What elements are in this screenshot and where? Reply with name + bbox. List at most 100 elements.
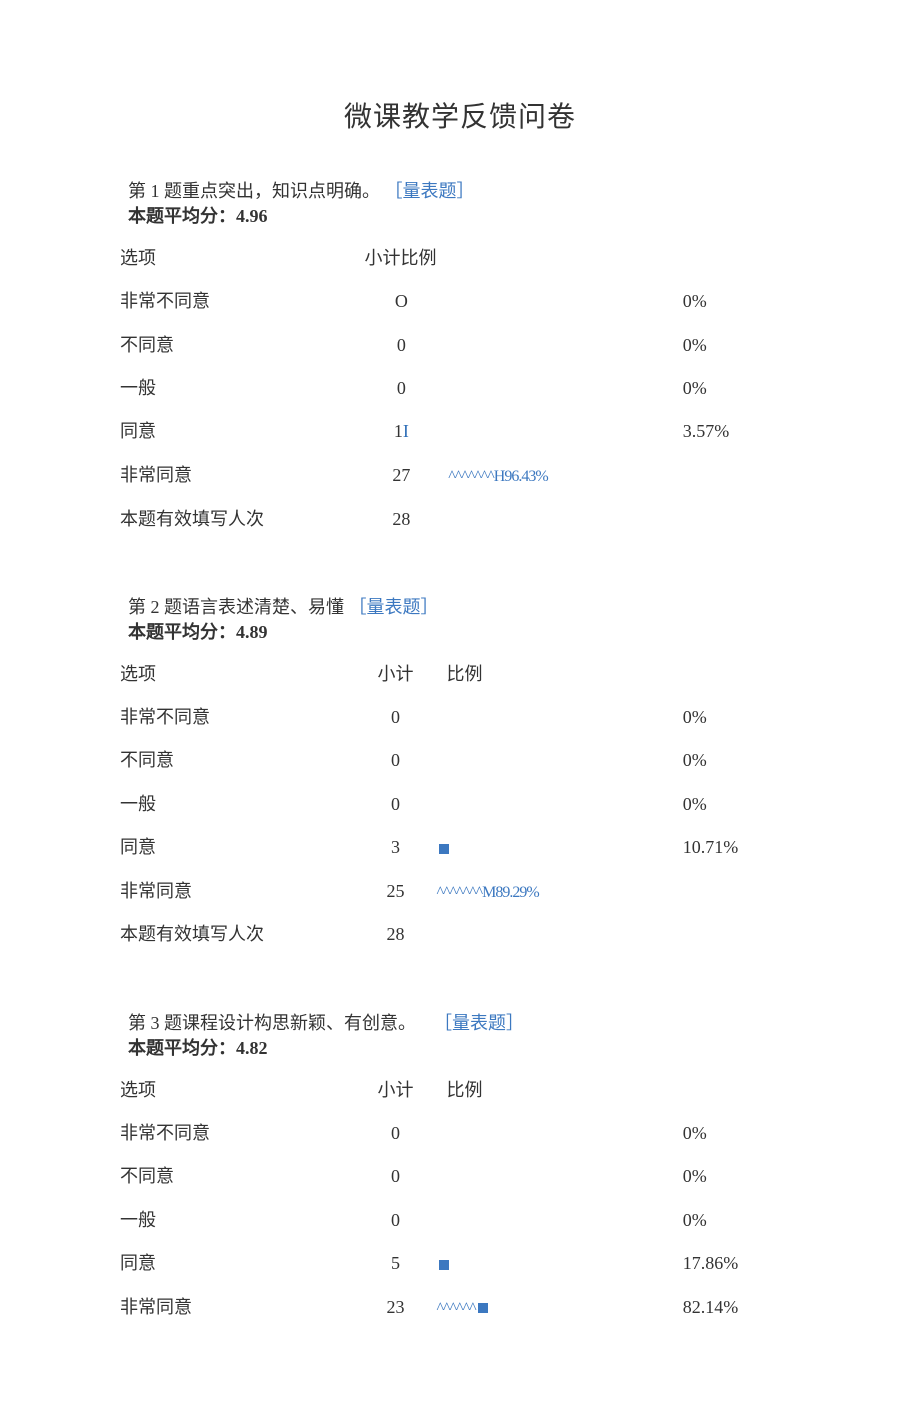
opt-pct: 3.57% <box>683 410 800 453</box>
bar-text: ^^^^^^^M89.29% <box>437 884 539 901</box>
table-row: 非常不同意 0 0% <box>120 1112 800 1155</box>
opt-bar <box>437 1155 683 1198</box>
bar-text: ^^^^^^ <box>437 1300 476 1317</box>
question-1-tag: ［量表题］ <box>385 181 475 201</box>
opt-bar <box>437 783 683 826</box>
question-3-num: 第 3 题 <box>128 1013 182 1033</box>
avg-value: 4.82 <box>236 1038 268 1058</box>
opt-pct: 17.86% <box>683 1242 800 1285</box>
table-valid-row: 本题有效填写人次 28 <box>120 498 800 541</box>
opt-pct: 0% <box>683 1199 800 1242</box>
valid-label: 本题有效填写人次 <box>120 498 354 541</box>
question-3-tag: ［量表题］ <box>434 1013 524 1033</box>
page: 微课教学反馈问卷 第 1 题重点突出，知识点明确。 ［量表题］ 本题平均分：4.… <box>0 0 920 1424</box>
question-2-tag: ［量表题］ <box>349 597 439 617</box>
question-2: 第 2 题语言表述清楚、易懂 ［量表题］ 本题平均分：4.89 选项 小计 比例… <box>120 596 800 957</box>
table-row: 非常同意 25 ^^^^^^^M89.29% <box>120 870 800 914</box>
question-1-title: 第 1 题重点突出，知识点明确。 ［量表题］ <box>120 180 800 203</box>
table-row: 非常不同意 O 0% <box>120 280 800 323</box>
question-1: 第 1 题重点突出，知识点明确。 ［量表题］ 本题平均分：4.96 选项 小计比… <box>120 180 800 541</box>
opt-label: 非常同意 <box>120 870 354 914</box>
question-3-avg: 本题平均分：4.82 <box>120 1037 800 1060</box>
opt-pct: 0% <box>683 739 800 782</box>
opt-count: 0 <box>354 739 436 782</box>
opt-bar <box>437 696 683 739</box>
header-option: 选项 <box>120 653 354 696</box>
avg-value: 4.89 <box>236 622 268 642</box>
header-option: 选项 <box>120 237 354 280</box>
question-1-table: 选项 小计比例 非常不同意 O 0% 不同意 0 0% 一般 0 <box>120 237 800 541</box>
table-row: 同意 3 10.71% <box>120 826 800 869</box>
opt-pct: 0% <box>683 324 800 367</box>
question-3-text: 课程设计构思新颖、有创意。 <box>182 1013 416 1033</box>
opt-bar <box>448 324 682 367</box>
opt-count: 3 <box>354 826 436 869</box>
opt-bar <box>437 739 683 782</box>
opt-bar: ^^^^^^^H96.43% <box>448 454 682 498</box>
opt-pct: 0% <box>683 367 800 410</box>
header-pct <box>683 237 800 280</box>
opt-bar <box>437 1112 683 1155</box>
opt-bar: ^^^^^^^M89.29% <box>437 870 683 914</box>
header-ratio: 比例 <box>437 653 683 696</box>
table-row: 一般 0 0% <box>120 367 800 410</box>
opt-pct: 10.71% <box>683 826 800 869</box>
opt-bar <box>437 826 683 869</box>
opt-pct: 0% <box>683 280 800 323</box>
table-row: 不同意 0 0% <box>120 324 800 367</box>
table-row: 同意 5 17.86% <box>120 1242 800 1285</box>
opt-pct <box>683 870 800 914</box>
opt-pct: 0% <box>683 783 800 826</box>
avg-label: 本题平均分： <box>128 622 236 642</box>
opt-count: 23 <box>354 1286 436 1330</box>
page-title: 微课教学反馈问卷 <box>120 95 800 135</box>
valid-count: 28 <box>354 913 436 956</box>
question-2-table: 选项 小计 比例 非常不同意 0 0% 不同意 0 0% 一般 0 <box>120 653 800 957</box>
opt-label: 一般 <box>120 1199 354 1242</box>
opt-count: 0 <box>354 783 436 826</box>
opt-count: 27 <box>354 454 448 498</box>
table-valid-row: 本题有效填写人次 28 <box>120 913 800 956</box>
table-row: 一般 0 0% <box>120 783 800 826</box>
opt-label: 同意 <box>120 1242 354 1285</box>
opt-bar <box>448 367 682 410</box>
header-count: 小计 <box>354 653 436 696</box>
question-1-avg: 本题平均分：4.96 <box>120 205 800 228</box>
opt-label: 一般 <box>120 367 354 410</box>
opt-count: O <box>354 280 448 323</box>
opt-bar <box>448 410 682 453</box>
opt-count: 0 <box>354 367 448 410</box>
opt-pct: 0% <box>683 696 800 739</box>
opt-label: 不同意 <box>120 324 354 367</box>
question-3-title: 第 3 题课程设计构思新颖、有创意。 ［量表题］ <box>120 1012 800 1035</box>
table-header-row: 选项 小计 比例 <box>120 1069 800 1112</box>
opt-count: 5 <box>354 1242 436 1285</box>
opt-label: 非常同意 <box>120 454 354 498</box>
opt-count: 0 <box>354 1155 436 1198</box>
opt-pct: 0% <box>683 1112 800 1155</box>
table-row: 非常同意 23 ^^^^^^ 82.14% <box>120 1286 800 1330</box>
header-ratio: 比例 <box>437 1069 683 1112</box>
avg-label: 本题平均分： <box>128 206 236 226</box>
opt-count: 1I <box>354 410 448 453</box>
question-1-text: 重点突出，知识点明确。 <box>182 181 380 201</box>
header-count: 小计 <box>354 1069 436 1112</box>
opt-bar <box>437 1199 683 1242</box>
question-2-title: 第 2 题语言表述清楚、易懂 ［量表题］ <box>120 596 800 619</box>
valid-count: 28 <box>354 498 448 541</box>
opt-count: 0 <box>354 324 448 367</box>
opt-pct: 82.14% <box>683 1286 800 1330</box>
opt-pct <box>683 454 800 498</box>
question-3-table: 选项 小计 比例 非常不同意 0 0% 不同意 0 0% 一般 0 <box>120 1069 800 1330</box>
opt-count: 25 <box>354 870 436 914</box>
opt-label: 非常同意 <box>120 1286 354 1330</box>
opt-label: 同意 <box>120 826 354 869</box>
header-count: 小计比例 <box>354 237 448 280</box>
avg-label: 本题平均分： <box>128 1038 236 1058</box>
opt-bar <box>437 1242 683 1285</box>
opt-bar <box>448 280 682 323</box>
opt-label: 不同意 <box>120 739 354 782</box>
opt-count: 0 <box>354 1112 436 1155</box>
opt-count: 0 <box>354 1199 436 1242</box>
opt-label: 非常不同意 <box>120 696 354 739</box>
